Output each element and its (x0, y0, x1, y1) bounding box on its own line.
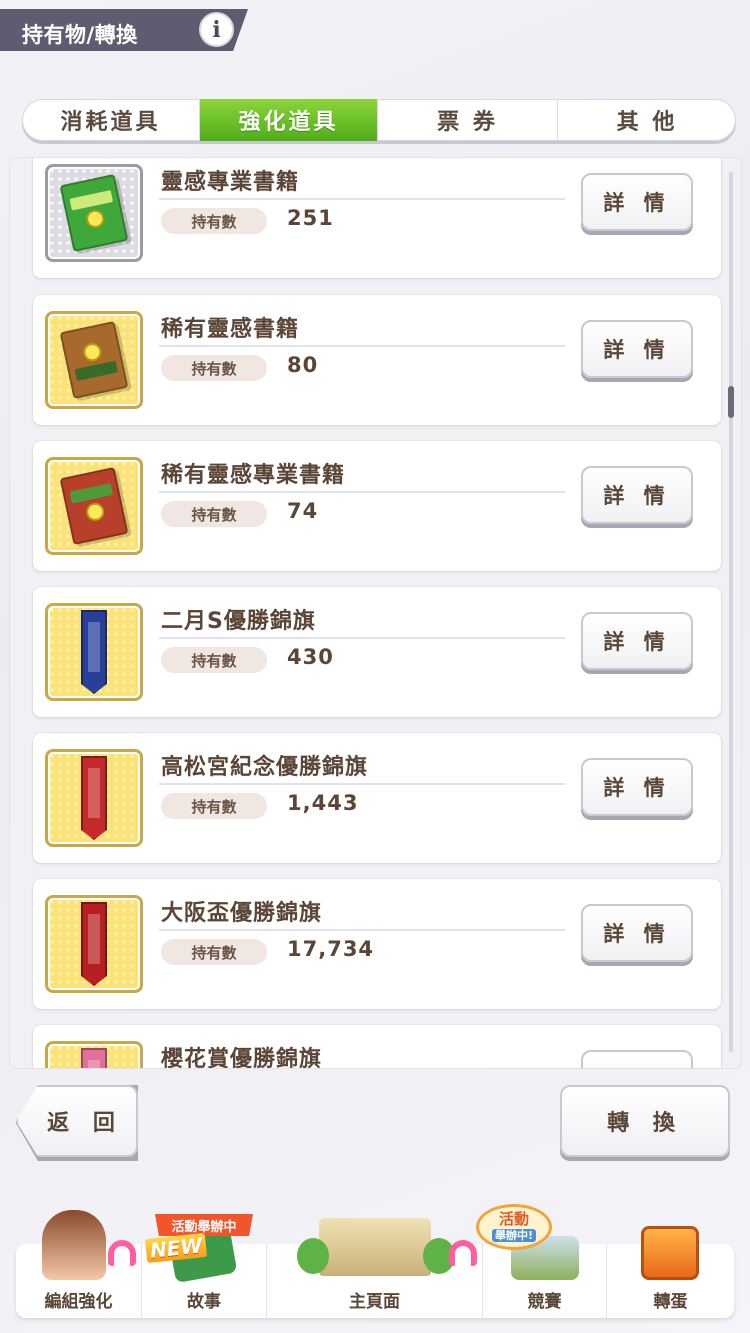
item-name: 櫻花賞優勝錦旗 (161, 1047, 323, 1068)
list-item: 高松宮紀念優勝錦旗 持有數 1,443 詳 情 (33, 733, 721, 863)
detail-button[interactable]: 詳 情 (581, 904, 693, 962)
count-value: 17,734 (287, 937, 375, 961)
tab-others[interactable]: 其 他 (558, 99, 736, 141)
race-event-badge-line1: 活動 (498, 1210, 529, 1228)
item-name: 二月S優勝錦旗 (161, 609, 316, 634)
race-event-badge: 活動 舉辦中! (476, 1204, 552, 1250)
count-value: 251 (287, 206, 334, 230)
divider (159, 345, 565, 347)
count-value: 1,443 (287, 791, 359, 815)
item-name: 靈感專業書籍 (161, 170, 300, 195)
count-label: 持有數 (161, 793, 267, 819)
detail-button[interactable] (581, 1050, 693, 1068)
count-label: 持有數 (161, 939, 267, 965)
detail-button[interactable]: 詳 情 (581, 612, 693, 670)
divider (159, 198, 565, 200)
green-book-icon (45, 164, 143, 262)
count-label: 持有數 (161, 208, 267, 234)
detail-button[interactable]: 詳 情 (581, 173, 693, 231)
nav-label: 轉蛋 (653, 1292, 688, 1312)
count-value: 74 (287, 499, 319, 523)
tab-consumables[interactable]: 消耗道具 (22, 99, 200, 141)
list-item: 靈感專業書籍 持有數 251 詳 情 (33, 158, 721, 278)
rare-pro-book-icon (45, 457, 143, 555)
page-title: 持有物/轉換 (22, 23, 138, 47)
nav-item-gacha[interactable]: 轉蛋 (607, 1226, 734, 1318)
rare-book-icon (45, 311, 143, 409)
item-list[interactable]: 靈感專業書籍 持有數 251 詳 情 稀有靈感書籍 持有數 80 詳 情 稀有靈… (10, 158, 741, 1068)
red-pennant-icon (45, 749, 143, 847)
tree-icon (297, 1238, 329, 1274)
item-name: 稀有靈感專業書籍 (161, 463, 346, 488)
red-pennant-icon (45, 895, 143, 993)
list-item: 二月S優勝錦旗 持有數 430 詳 情 (33, 587, 721, 717)
list-item: 大阪盃優勝錦旗 持有數 17,734 詳 情 (33, 879, 721, 1009)
tab-tickets[interactable]: 票 券 (378, 99, 558, 141)
nav-item-team-enhance[interactable]: 編組強化 (16, 1210, 142, 1318)
nav-item-race[interactable]: 競賽 (483, 1236, 607, 1318)
detail-button[interactable]: 詳 情 (581, 758, 693, 816)
school-building-icon (319, 1218, 431, 1276)
nav-label: 主頁面 (349, 1292, 400, 1312)
blue-pennant-icon (45, 603, 143, 701)
scrollbar-track (729, 172, 733, 1052)
pink-pennant-icon (45, 1041, 143, 1068)
divider (159, 929, 565, 931)
item-name: 高松宮紀念優勝錦旗 (161, 755, 369, 780)
horseshoe-icon (108, 1240, 136, 1266)
divider (159, 783, 565, 785)
tab-bar: 消耗道具 強化道具 票 券 其 他 (22, 99, 736, 141)
race-event-badge-line2: 舉辦中! (491, 1229, 537, 1242)
count-label: 持有數 (161, 355, 267, 381)
back-button[interactable]: 返 回 (16, 1085, 138, 1157)
count-label: 持有數 (161, 647, 267, 673)
detail-button[interactable]: 詳 情 (581, 466, 693, 524)
nav-item-home[interactable]: 主頁面 (267, 1218, 483, 1318)
horseshoe-icon (449, 1240, 477, 1266)
character-avatar (42, 1210, 106, 1280)
item-name: 大阪盃優勝錦旗 (161, 901, 323, 926)
story-event-badge: 活動舉辦中 (155, 1214, 253, 1236)
list-item: 稀有靈感書籍 持有數 80 詳 情 (33, 295, 721, 425)
divider (159, 491, 565, 493)
gacha-icon (641, 1226, 699, 1280)
list-item: 櫻花賞優勝錦旗 (33, 1025, 721, 1068)
divider (159, 637, 565, 639)
convert-button[interactable]: 轉 換 (560, 1085, 730, 1157)
list-item: 稀有靈感專業書籍 持有數 74 詳 情 (33, 441, 721, 571)
info-icon[interactable]: i (199, 12, 234, 47)
scrollbar-thumb[interactable] (728, 386, 734, 418)
nav-label: 編組強化 (44, 1292, 113, 1312)
nav-label: 競賽 (527, 1292, 562, 1312)
count-label: 持有數 (161, 501, 267, 527)
item-name: 稀有靈感書籍 (161, 317, 300, 342)
count-value: 80 (287, 353, 319, 377)
tab-enhancement[interactable]: 強化道具 (200, 99, 378, 141)
nav-label: 故事 (187, 1292, 221, 1312)
detail-button[interactable]: 詳 情 (581, 320, 693, 378)
bottom-nav: 編組強化 故事 主頁面 競賽 轉蛋 (16, 1210, 734, 1318)
count-value: 430 (287, 645, 334, 669)
